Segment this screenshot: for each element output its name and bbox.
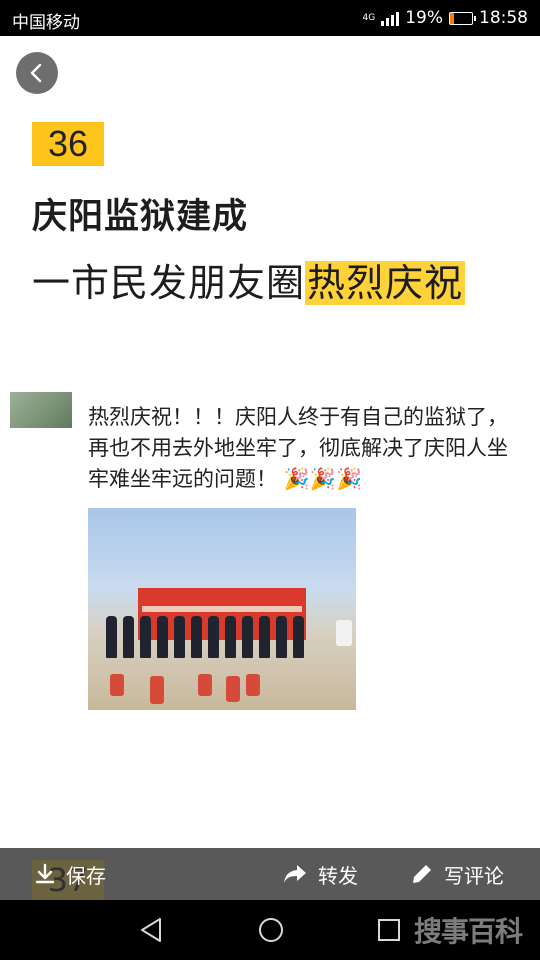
back-arrow-icon — [30, 63, 42, 83]
download-icon — [35, 863, 55, 884]
photo-car — [336, 620, 352, 646]
post-emoji: 🎉🎉🎉 — [283, 467, 363, 491]
issue-number-badge: 36 — [32, 122, 104, 166]
article-subline: 一市民发朋友圈热烈庆祝 — [32, 258, 466, 308]
nav-back-icon[interactable] — [138, 915, 164, 945]
signal-icon — [381, 10, 400, 26]
subline-highlight: 热烈庆祝 — [305, 261, 466, 305]
navigation-bar: 搜事百科 — [0, 900, 540, 960]
post-text: 热烈庆祝！！！庆阳人终于有自己的监狱了，再也不用去外地坐牢了，彻底解决了庆阳人坐… — [88, 402, 528, 495]
photo-ribbon — [246, 674, 260, 696]
status-indicators: 4G 19% 18:58 — [363, 8, 529, 28]
network-type: 4G — [362, 12, 376, 23]
pencil-icon — [413, 865, 431, 883]
save-label: 保存 — [66, 863, 106, 888]
battery-level — [450, 12, 455, 24]
clock: 18:58 — [479, 8, 528, 28]
status-bar: 中国移动 4G 19% 18:58 — [0, 0, 540, 36]
back-button[interactable] — [16, 52, 58, 94]
watermark: 搜事百科 — [413, 915, 523, 948]
photo-ribbon — [150, 676, 164, 704]
article-headline: 庆阳监狱建成 — [32, 196, 249, 237]
share-button[interactable]: 转发 — [282, 848, 358, 900]
post-avatar — [10, 392, 72, 428]
share-arrow-icon — [284, 865, 306, 883]
photo-ribbon — [110, 674, 124, 696]
post-photo — [88, 508, 356, 710]
photo-people — [106, 616, 304, 658]
save-button[interactable]: 保存 — [34, 848, 106, 900]
photo-banner-text-line — [142, 606, 302, 612]
share-label: 转发 — [318, 863, 358, 888]
action-bar: 37 保存 转发 写评论 — [0, 848, 540, 900]
nav-home-icon[interactable] — [256, 915, 286, 945]
subline-text: 一市民发朋友圈 — [32, 261, 306, 305]
photo-ribbon — [198, 674, 212, 696]
carrier-name: 中国移动 — [12, 13, 80, 33]
write-comment-button[interactable]: 写评论 — [410, 848, 504, 900]
nav-recents-icon[interactable] — [376, 917, 402, 943]
photo-ribbon — [226, 676, 240, 702]
battery-percent: 19% — [405, 8, 443, 28]
battery-icon — [449, 11, 476, 25]
comment-label: 写评论 — [444, 863, 504, 888]
